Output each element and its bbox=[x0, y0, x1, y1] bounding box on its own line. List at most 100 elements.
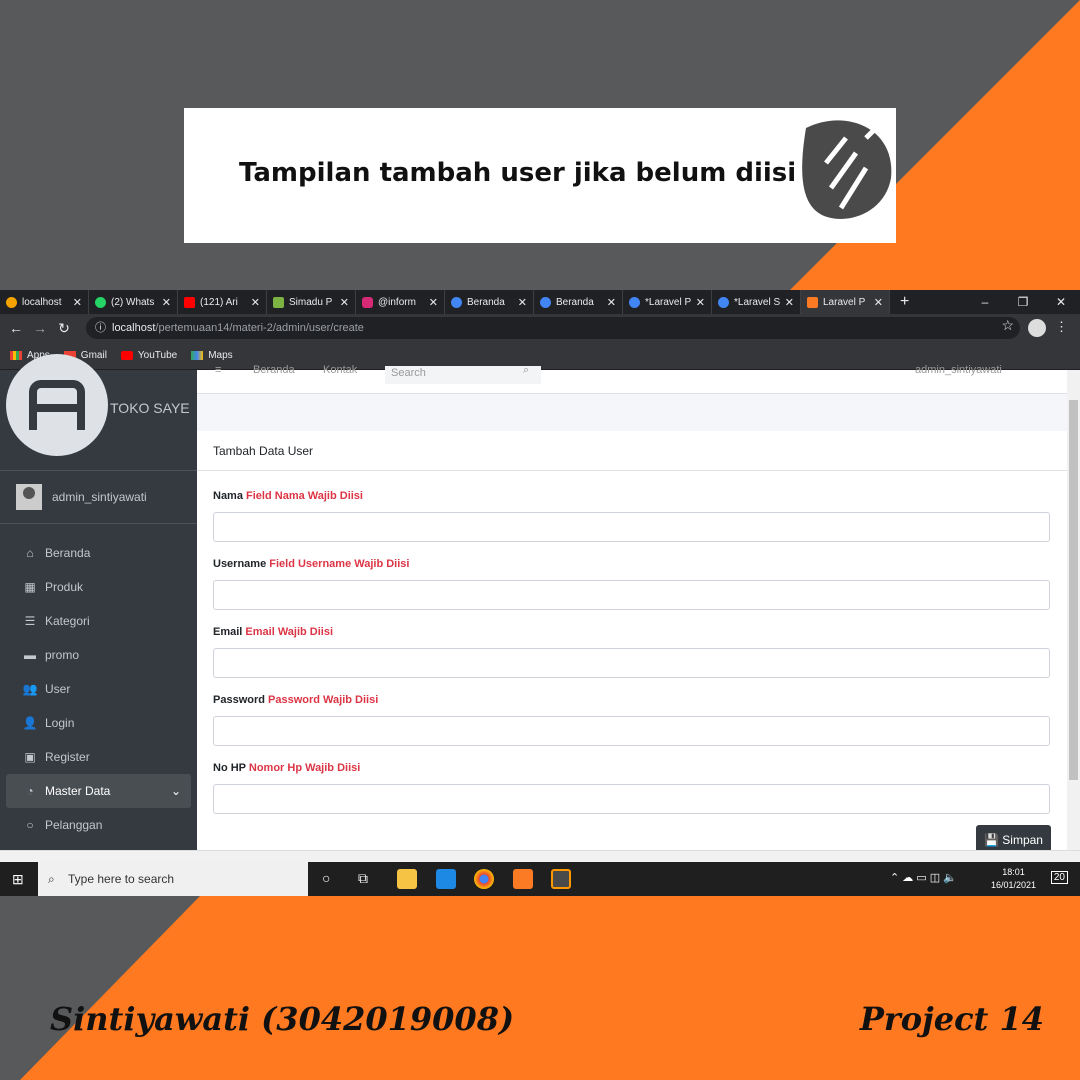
file-explorer-icon[interactable] bbox=[397, 869, 417, 889]
browser-tab[interactable]: (2) Whats ✕ bbox=[89, 290, 178, 314]
browser-tab[interactable]: *Laravel P ✕ bbox=[623, 290, 712, 314]
url-field[interactable]: ⓘ localhost/pertemuaan14/materi-2/admin/… bbox=[86, 317, 1020, 339]
navbar-username[interactable]: admin_sintiyawati bbox=[915, 364, 1002, 376]
error-message: Nomor Hp Wajib Diisi bbox=[248, 762, 361, 774]
close-icon[interactable]: ✕ bbox=[785, 296, 794, 309]
sidebar-item-register[interactable]: ▣ Register bbox=[0, 740, 197, 774]
monstera-leaf-icon bbox=[802, 111, 893, 219]
save-icon: 💾 bbox=[984, 833, 999, 847]
bookmark-maps[interactable]: Maps bbox=[191, 350, 233, 361]
bookmark-youtube[interactable]: YouTube bbox=[120, 350, 177, 361]
email-input[interactable] bbox=[213, 648, 1050, 678]
reload-icon[interactable]: ↻ bbox=[52, 320, 76, 337]
sidebar-item-master-data[interactable]: ◔ Master Data ⌄ bbox=[6, 774, 191, 808]
task-view-icon[interactable]: ⧉ bbox=[358, 870, 368, 887]
close-icon[interactable]: ✕ bbox=[874, 296, 883, 309]
favicon-icon bbox=[629, 296, 640, 308]
card-title: Tambah Data User bbox=[197, 431, 1067, 471]
search-icon[interactable]: ⌕ bbox=[523, 364, 529, 377]
close-icon[interactable]: ✕ bbox=[607, 296, 616, 309]
title-card: Tampilan tambah user jika belum diisi bbox=[184, 108, 896, 243]
page-title: Tampilan tambah user jika belum diisi bbox=[239, 158, 797, 188]
close-icon[interactable]: ✕ bbox=[696, 296, 705, 309]
sidebar-item-beranda[interactable]: ⌂ Beranda bbox=[0, 536, 197, 570]
search-icon: ⌕ bbox=[48, 872, 55, 886]
system-tray-icons[interactable]: ⌃ ☁ ▭ ◫ 🔈 bbox=[890, 871, 957, 884]
browser-tab[interactable]: (121) Ari ✕ bbox=[178, 290, 267, 314]
browser-tab[interactable]: @inform ✕ bbox=[356, 290, 445, 314]
field-label-password: Password Password Wajib Diisi bbox=[213, 694, 379, 706]
sidebar-nav: ⌂ Beranda ▦ Produk ☰ Kategori ▬ promo 👥 User … bbox=[0, 536, 197, 842]
nama-input[interactable] bbox=[213, 512, 1050, 542]
browser-tab[interactable]: localhost ✕ bbox=[0, 290, 89, 314]
sublime-text-icon[interactable] bbox=[551, 869, 571, 889]
author-signature: Sintiyawati (3042019008) bbox=[50, 1000, 515, 1038]
sidebar-item-login[interactable]: 👤 Login bbox=[0, 706, 197, 740]
window-controls: – ❐ ✕ bbox=[966, 290, 1080, 314]
top-navbar: ≡ Beranda Kontak Search ⌕ admin_sintiyaw… bbox=[197, 364, 1067, 394]
browser-tab[interactable]: Beranda ✕ bbox=[445, 290, 534, 314]
brand-logo[interactable] bbox=[6, 354, 108, 456]
profile-icon[interactable] bbox=[1028, 319, 1046, 337]
star-icon[interactable]: ☆ bbox=[1001, 317, 1014, 334]
close-window-icon[interactable]: ✕ bbox=[1042, 290, 1080, 314]
hamburger-icon[interactable]: ≡ bbox=[215, 364, 221, 376]
scrollbar-thumb[interactable] bbox=[1069, 400, 1078, 780]
vertical-scrollbar[interactable] bbox=[1067, 370, 1080, 850]
sidebar-item-promo[interactable]: ▬ promo bbox=[0, 638, 197, 672]
minimize-icon[interactable]: – bbox=[966, 290, 1004, 314]
favicon-icon bbox=[273, 296, 284, 308]
wallet-icon: ▬ bbox=[24, 648, 36, 662]
nohp-input[interactable] bbox=[213, 784, 1050, 814]
browser-tab[interactable]: *Laravel S ✕ bbox=[712, 290, 801, 314]
clock[interactable]: 18:01 16/01/2021 bbox=[991, 866, 1036, 892]
close-icon[interactable]: ✕ bbox=[162, 296, 171, 309]
close-icon[interactable]: ✕ bbox=[429, 296, 438, 309]
mail-icon[interactable] bbox=[436, 869, 456, 889]
browser-tab-active[interactable]: Laravel P ✕ bbox=[801, 290, 890, 314]
sidebar-item-user[interactable]: 👥 User bbox=[0, 672, 197, 706]
close-icon[interactable]: ✕ bbox=[251, 296, 260, 309]
new-tab-button[interactable]: + bbox=[900, 293, 909, 311]
favicon-icon bbox=[540, 296, 551, 308]
horizontal-scrollbar[interactable] bbox=[0, 850, 1080, 862]
address-bar: ← → ↻ ⓘ localhost/pertemuaan14/materi-2/… bbox=[0, 314, 1080, 342]
field-label-username: Username Field Username Wajib Diisi bbox=[213, 558, 410, 570]
username-input[interactable] bbox=[213, 580, 1050, 610]
forward-icon[interactable]: → bbox=[28, 320, 52, 336]
search-input[interactable]: Search bbox=[385, 366, 541, 384]
user-panel[interactable]: admin_sintiyawati bbox=[0, 470, 197, 524]
sidebar-item-produk[interactable]: ▦ Produk bbox=[0, 570, 197, 604]
notification-icon[interactable]: 20 bbox=[1050, 871, 1068, 884]
sidebar-item-kategori[interactable]: ☰ Kategori bbox=[0, 604, 197, 638]
browser-tab[interactable]: Beranda ✕ bbox=[534, 290, 623, 314]
close-icon[interactable]: ✕ bbox=[340, 296, 349, 309]
close-icon[interactable]: ✕ bbox=[73, 296, 82, 309]
menu-icon[interactable]: ⋮ bbox=[1055, 319, 1068, 335]
youtube-icon bbox=[184, 296, 195, 308]
info-icon[interactable]: ⓘ bbox=[95, 317, 106, 339]
browser-tab[interactable]: Simadu P ✕ bbox=[267, 290, 356, 314]
taskbar-search-input[interactable]: ⌕ Type here to search bbox=[38, 862, 308, 896]
password-input[interactable] bbox=[213, 716, 1050, 746]
windows-taskbar: ⊞ ⌕ Type here to search ○ ⧉ ⌃ ☁ ▭ ◫ 🔈 18:… bbox=[0, 862, 1080, 896]
field-label-nama: Nama Field Nama Wajib Diisi bbox=[213, 490, 363, 502]
field-label-email: Email Email Wajib Diisi bbox=[213, 626, 334, 638]
chrome-icon[interactable] bbox=[474, 869, 494, 889]
instagram-icon bbox=[362, 296, 373, 308]
chevron-down-icon: ⌄ bbox=[170, 784, 181, 798]
nav-link-beranda[interactable]: Beranda bbox=[253, 364, 295, 376]
xampp-icon[interactable] bbox=[513, 869, 533, 889]
brand-name[interactable]: TOKO SAYE bbox=[110, 400, 190, 416]
nav-link-kontak[interactable]: Kontak bbox=[323, 364, 357, 376]
windows-start-icon[interactable]: ⊞ bbox=[12, 871, 24, 888]
close-icon[interactable]: ✕ bbox=[518, 296, 527, 309]
grid-icon: ▦ bbox=[24, 580, 36, 594]
back-icon[interactable]: ← bbox=[4, 320, 28, 336]
restore-icon[interactable]: ❐ bbox=[1004, 290, 1042, 314]
cortana-icon[interactable]: ○ bbox=[322, 870, 330, 886]
favicon-icon bbox=[6, 296, 17, 308]
sidebar-item-pelanggan[interactable]: ○ Pelanggan bbox=[0, 808, 197, 842]
maps-icon bbox=[191, 351, 204, 360]
error-message: Field Username Wajib Diisi bbox=[269, 558, 410, 570]
